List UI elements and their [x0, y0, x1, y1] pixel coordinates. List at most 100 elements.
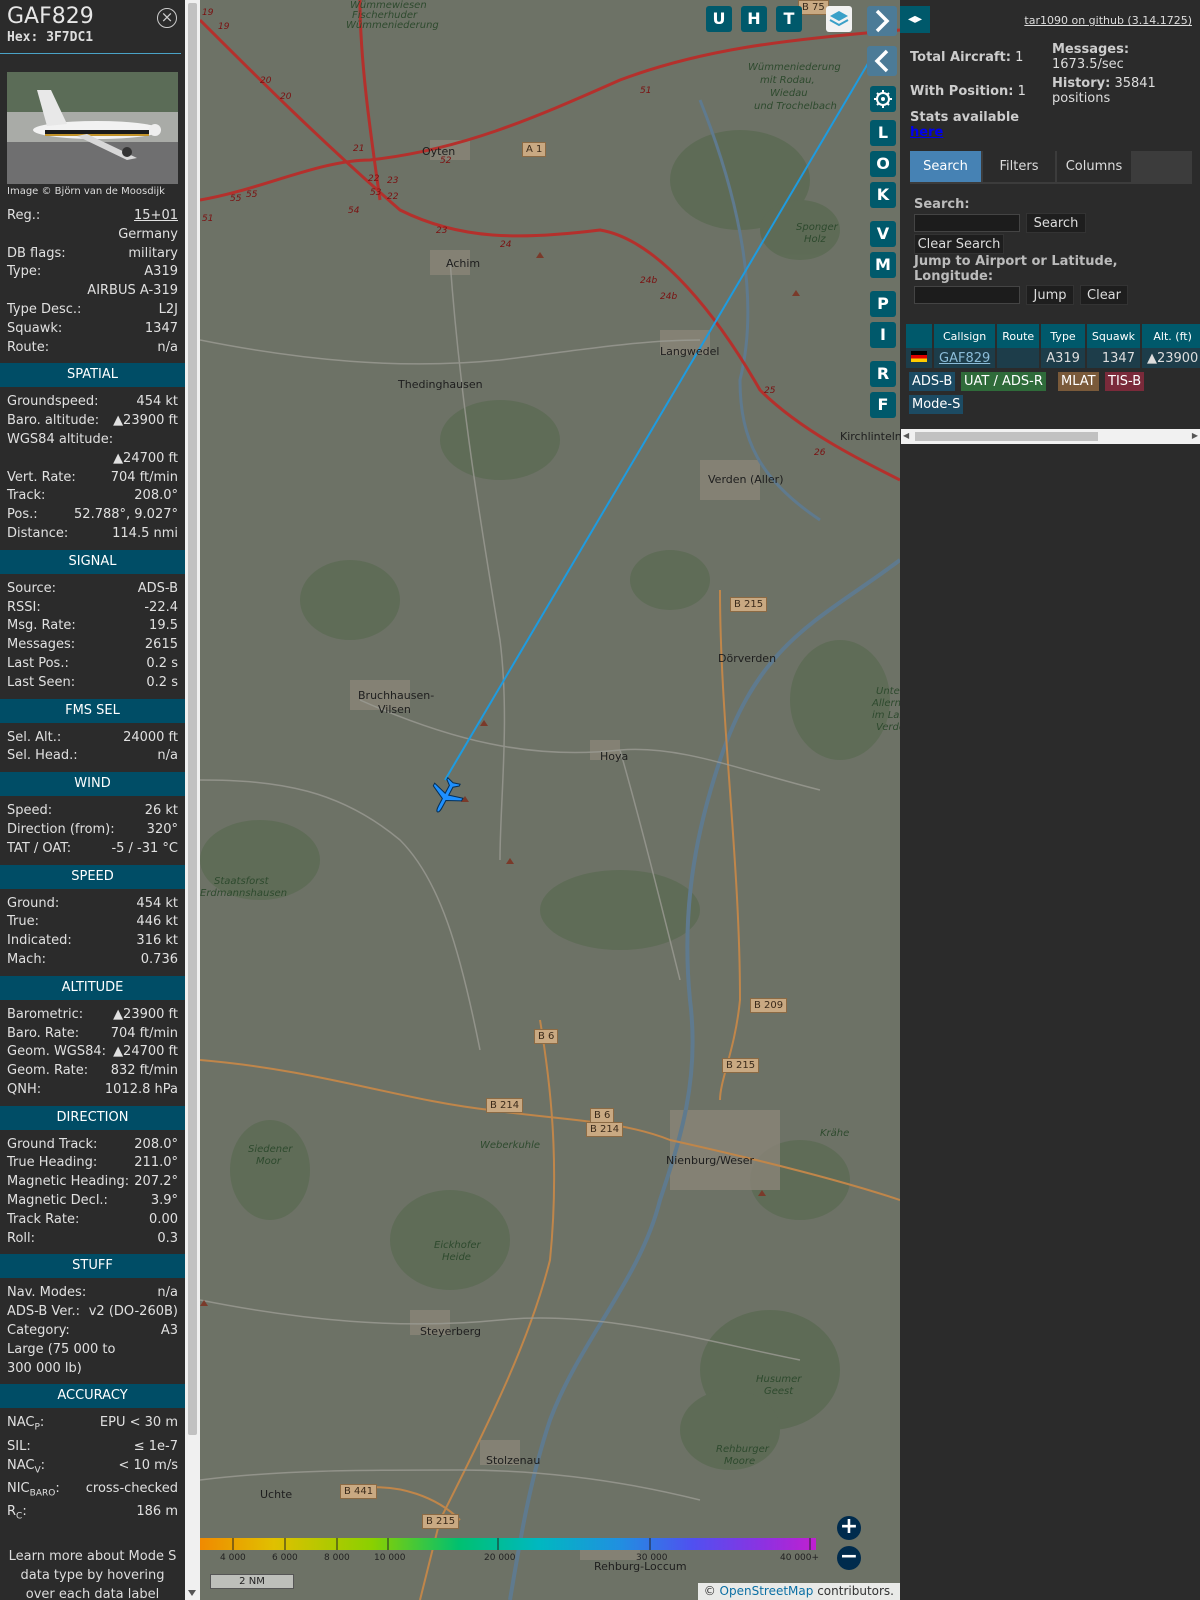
aircraft-plane-icon[interactable]	[426, 776, 466, 816]
info-row-value[interactable]: 15+01	[134, 207, 178, 226]
toggle-m-button[interactable]: M	[870, 252, 896, 278]
info-row: Track Rate: 0.00	[0, 1211, 185, 1230]
tab-columns[interactable]: Columns	[1057, 151, 1131, 182]
column-header[interactable]: Callsign	[933, 324, 998, 348]
table-horizontal-scrollbar[interactable]: ◀ ▶	[901, 429, 1200, 444]
info-row-label: Magnetic Decl.:	[7, 1193, 108, 1209]
column-header[interactable]	[906, 324, 934, 348]
highway-exit-number: 22	[387, 192, 399, 202]
info-row-label: Magnetic Heading:	[7, 1174, 130, 1190]
column-header[interactable]: Type	[1040, 324, 1087, 348]
info-row-label: Category:	[7, 1323, 70, 1339]
toggle-l-button[interactable]: L	[870, 120, 896, 146]
info-row: AIRBUS A-319	[0, 282, 185, 301]
stats-link[interactable]: here	[910, 125, 943, 140]
callsign-cell[interactable]: GAF829	[933, 348, 998, 368]
tab-search[interactable]: Search	[910, 151, 981, 182]
info-row: Large (75 000 to	[0, 1341, 185, 1360]
info-row: NICBARO: cross-checked	[0, 1480, 185, 1503]
scroll-left-arrow[interactable]: ◀	[903, 431, 909, 440]
tab-filters[interactable]: Filters	[983, 151, 1055, 182]
info-row-label: Ground Track:	[7, 1136, 98, 1152]
close-icon[interactable]: ×	[157, 8, 177, 28]
section-header-direction: DIRECTION	[0, 1105, 185, 1130]
section-header-accuracy: ACCURACY	[0, 1384, 185, 1409]
place-label: Achim	[446, 257, 481, 270]
toggle-o-button[interactable]: O	[870, 151, 896, 177]
info-row: Direction (from): 320°	[0, 821, 185, 840]
info-scrollbar[interactable]	[185, 0, 200, 1600]
info-row-value: 454 kt	[136, 895, 178, 911]
legend-mlat: MLAT	[1058, 372, 1099, 391]
toggle-v-button[interactable]: V	[870, 221, 896, 247]
jump-input[interactable]	[914, 286, 1020, 304]
toggle-i-button[interactable]: I	[870, 322, 896, 348]
info-row-value: L2J	[158, 301, 178, 317]
highway-exit-number: 20	[260, 76, 272, 86]
info-row-value: 832 ft/min	[110, 1063, 178, 1079]
info-row-value: 1347	[144, 320, 178, 336]
toggle-f-button[interactable]: F	[870, 392, 896, 418]
highway-exit-number: 24b	[660, 292, 678, 302]
aircraft-photo[interactable]	[7, 72, 178, 184]
zoom-in-button[interactable]: +	[837, 1516, 861, 1540]
table-header-row: CallsignRouteTypeSquawkAlt. (ft)Spd	[906, 324, 1200, 348]
stats-available-label: Stats available	[910, 110, 1020, 125]
nature-area-label: Erdmannshausen	[200, 888, 288, 899]
section-header-fms-sel: FMS SEL	[0, 698, 185, 723]
column-header[interactable]: Route	[996, 324, 1042, 348]
toggle-t-button[interactable]: T	[776, 6, 802, 32]
clear-search-button[interactable]: Clear Search	[914, 234, 1004, 254]
collapse-sidebar-button[interactable]	[867, 46, 897, 76]
toggle-sidebar-width-icon[interactable]: ◂▸	[900, 6, 930, 33]
nature-area-label: Eickhofer	[434, 1240, 481, 1251]
info-row-label: Last Pos.:	[7, 655, 69, 671]
info-row-value: cross-checked	[85, 1481, 178, 1497]
highway-exit-number: 24	[500, 240, 512, 250]
callsign-link[interactable]: GAF829	[939, 351, 990, 366]
info-row-value: 0.2 s	[146, 655, 178, 671]
zoom-out-button[interactable]: −	[837, 1546, 861, 1570]
map-view[interactable]: Oyten Achim Thedinghausen Langwedel Verden (…	[200, 0, 900, 1600]
jump-label: Jump to Airport or Latitude, Longitude:	[914, 254, 1118, 284]
osm-link[interactable]: OpenStreetMap	[720, 1584, 814, 1598]
toggle-k-button[interactable]: K	[870, 182, 896, 208]
search-input[interactable]	[914, 214, 1020, 232]
scroll-right-arrow[interactable]: ▶	[1192, 431, 1198, 440]
info-row: RC: 186 m	[0, 1503, 185, 1526]
info-row-label: Geom. Rate:	[7, 1063, 89, 1079]
toggle-h-button[interactable]: H	[741, 6, 767, 32]
expand-sidebar-button[interactable]	[867, 6, 897, 36]
info-row: NACV: < 10 m/s	[0, 1457, 185, 1480]
search-button[interactable]: Search	[1026, 213, 1086, 233]
info-row-label: SIL:	[7, 1438, 31, 1454]
jump-button[interactable]: Jump	[1026, 285, 1074, 305]
nature-area-label: Sponger	[796, 222, 838, 233]
with-position-label: With Position:	[910, 84, 1014, 99]
layers-icon[interactable]	[826, 6, 852, 32]
clear-jump-button[interactable]: Clear	[1080, 285, 1128, 305]
road-shield-label: A 1	[522, 142, 547, 157]
toggle-u-button[interactable]: U	[706, 6, 732, 32]
scroll-down-arrow[interactable]	[188, 1590, 196, 1596]
table-row[interactable]: GAF829 A319 1347 ▲23900	[906, 348, 1200, 368]
info-row: Sel. Alt.: 24000 ft	[0, 729, 185, 748]
toggle-r-button[interactable]: R	[870, 361, 896, 387]
toggle-p-button[interactable]: P	[870, 291, 896, 317]
column-header[interactable]: Alt. (ft)	[1140, 324, 1200, 348]
info-row: Category: A3	[0, 1322, 185, 1341]
scrollbar-thumb[interactable]	[188, 3, 197, 1435]
info-row-label: WGS84 altitude:	[7, 431, 114, 447]
info-row-label: Type Desc.:	[7, 301, 82, 317]
column-header[interactable]: Squawk	[1085, 324, 1142, 348]
info-row: Route: n/a	[0, 339, 185, 358]
hscroll-thumb[interactable]	[915, 432, 1098, 441]
github-link[interactable]: tar1090 on github (3.14.1725)	[1024, 14, 1192, 27]
road-shield-label: B 215	[722, 1058, 760, 1073]
info-row: Germany	[0, 226, 185, 245]
settings-gear-button[interactable]	[870, 86, 896, 112]
history-value: 35841	[1114, 76, 1156, 91]
info-row-value: ▲24700 ft	[113, 450, 178, 466]
legend-mode-s: Mode-S	[909, 395, 964, 414]
nature-area-label: Husumer	[756, 1374, 802, 1385]
